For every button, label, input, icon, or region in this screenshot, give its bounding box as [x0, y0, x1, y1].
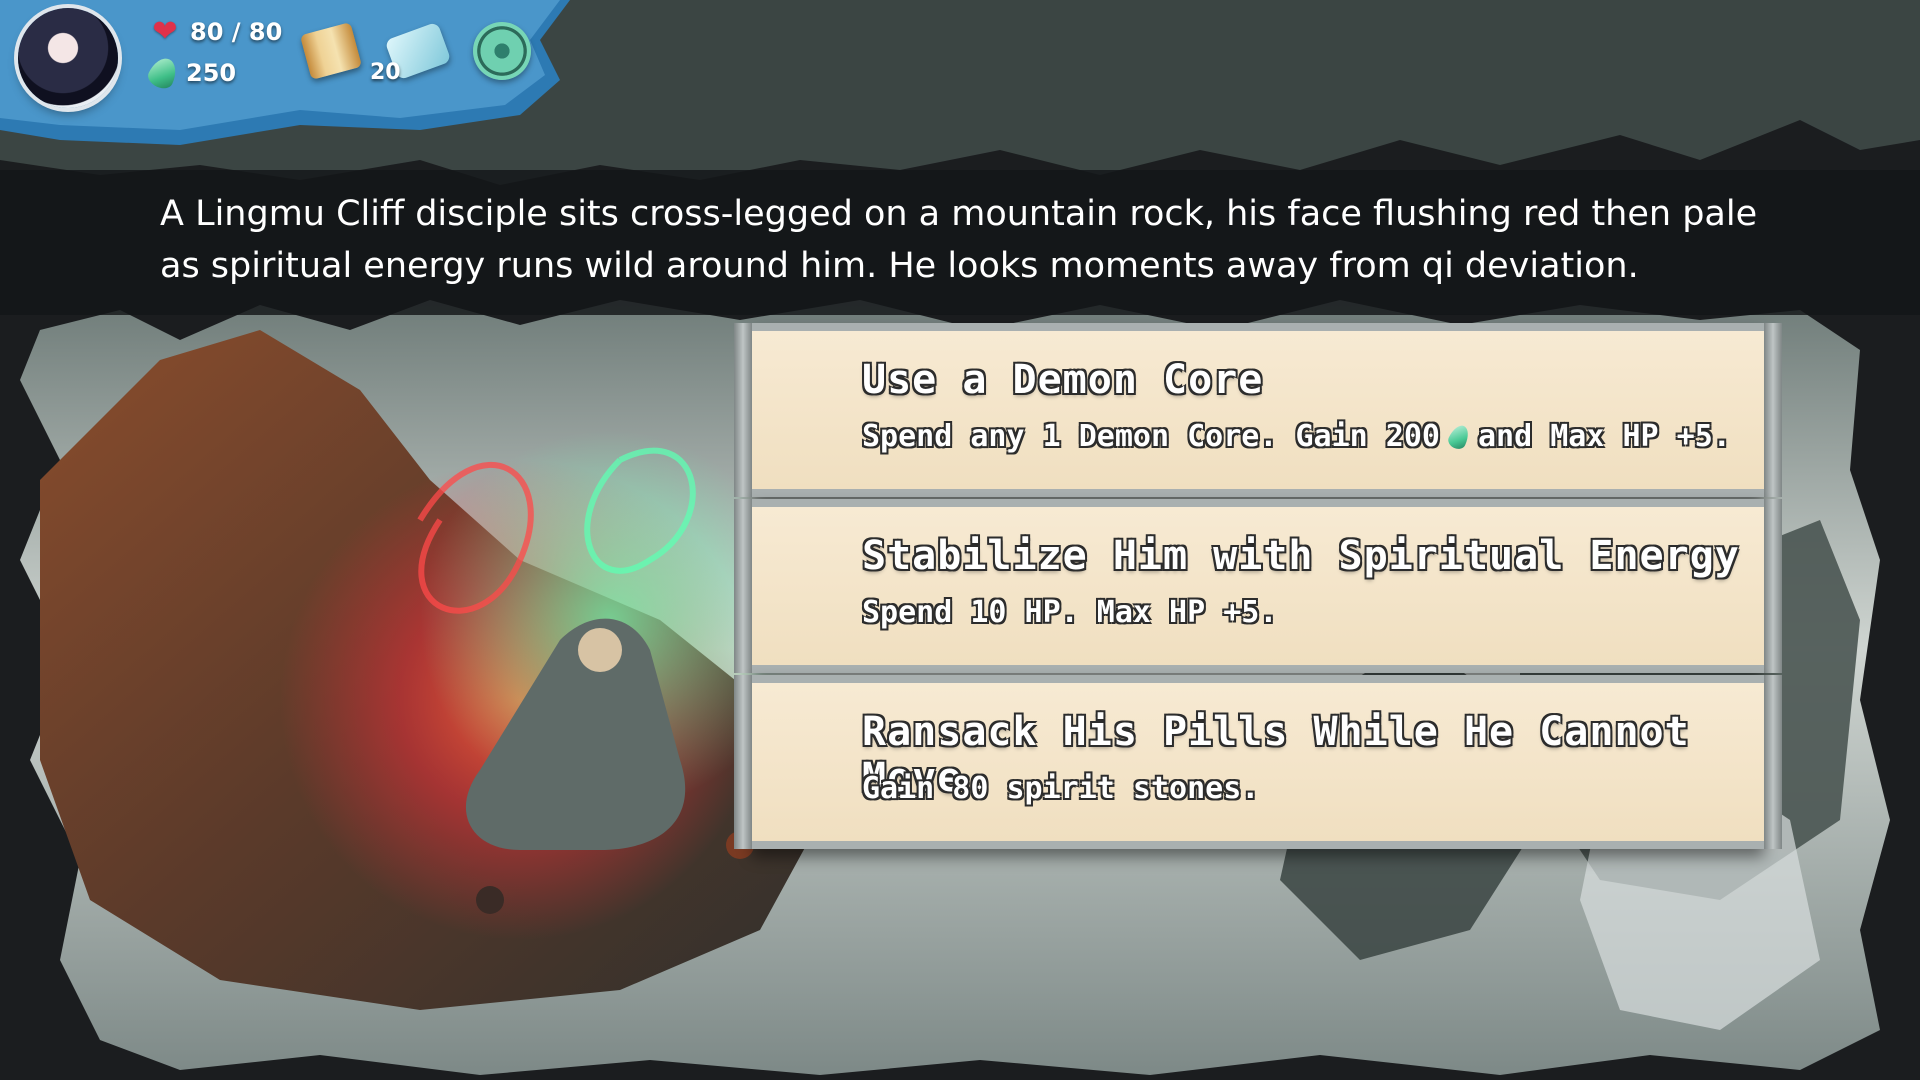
choice-ransack-pills[interactable]: Ransack His Pills While He Cannot Move G…: [734, 675, 1782, 849]
event-narrative-panel: A Lingmu Cliff disciple sits cross-legge…: [0, 170, 1920, 315]
hp-display: ❤ 80 / 80: [150, 14, 283, 49]
spirit-stone-icon: [144, 53, 182, 93]
event-narrative-text: A Lingmu Cliff disciple sits cross-legge…: [160, 194, 1758, 286]
scroll-map-icon: [299, 22, 363, 80]
spirit-stone-icon: [1445, 421, 1473, 452]
heart-icon: ❤: [152, 14, 178, 49]
gear-icon: [473, 22, 531, 80]
choice-description: Gain 80 spirit stones.: [862, 771, 1260, 806]
top-hud: ❤ 80 / 80 250 20: [0, 0, 580, 150]
choice-description: Spend any 1 Demon Core. Gain 200 and Max…: [862, 419, 1731, 454]
deck-count: 20: [370, 60, 401, 85]
map-button[interactable]: [295, 14, 367, 86]
choice-desc-after: and Max HP +5.: [1477, 419, 1731, 454]
spirit-stones-value: 250: [186, 59, 237, 87]
hp-value: 80 / 80: [190, 18, 283, 46]
choice-use-demon-core[interactable]: Use a Demon Core Spend any 1 Demon Core.…: [734, 323, 1782, 497]
choice-desc-before: Spend any 1 Demon Core. Gain 200: [862, 419, 1440, 454]
player-avatar[interactable]: [18, 8, 118, 108]
choice-title: Use a Demon Core: [862, 357, 1264, 403]
disciple-head: [578, 628, 622, 672]
choice-title: Stabilize Him with Spiritual Energy: [862, 533, 1740, 579]
choice-stabilize-him[interactable]: Stabilize Him with Spiritual Energy Spen…: [734, 499, 1782, 673]
choice-description: Spend 10 HP. Max HP +5.: [862, 595, 1278, 630]
settings-button[interactable]: [465, 14, 537, 86]
spirit-stones-display: 250: [144, 53, 237, 93]
